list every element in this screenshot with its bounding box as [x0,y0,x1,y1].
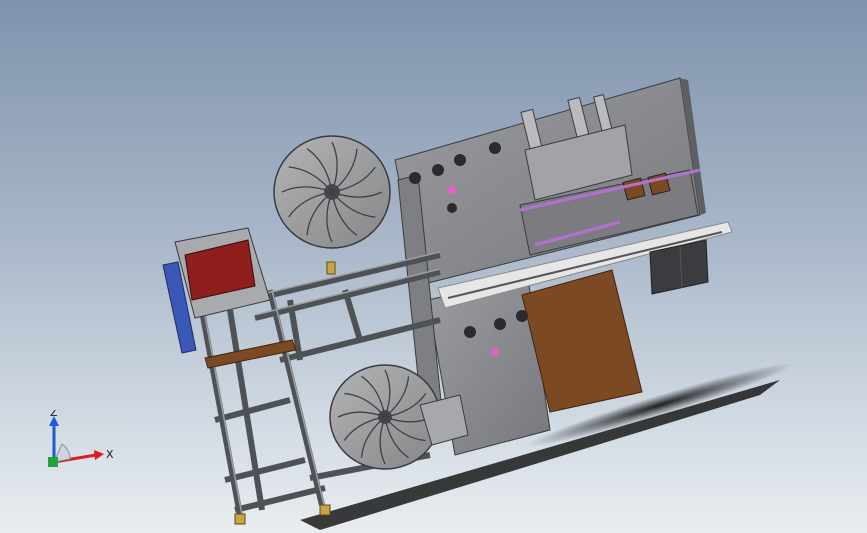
z-axis-label: Z [50,410,58,419]
origin-cube [48,457,58,467]
machine-model[interactable] [0,0,867,533]
orientation-triad: Z X [48,410,114,467]
cad-viewport[interactable]: Z X [0,0,867,533]
upper-reel[interactable] [273,135,391,249]
hmi-housing[interactable] [174,227,271,319]
x-arrow-icon [94,450,104,460]
x-axis-label: X [106,448,114,461]
wooden-shelf [204,339,297,369]
